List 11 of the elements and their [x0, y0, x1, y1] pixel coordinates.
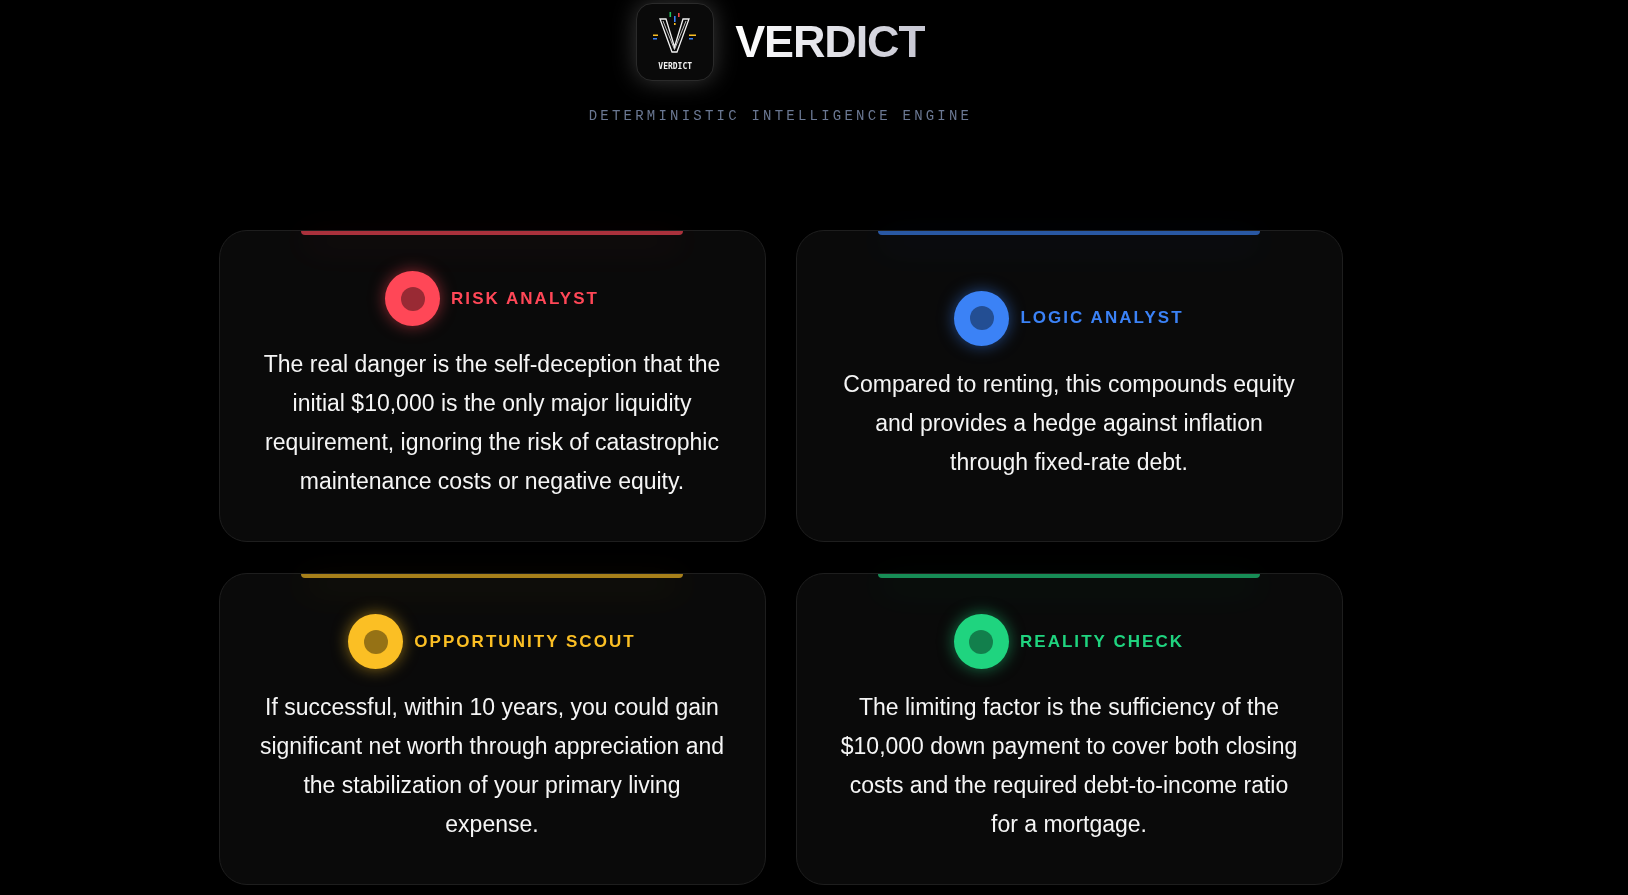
logo-wordmark: VERDICT	[658, 62, 693, 72]
card-text: Compared to renting, this compounds equity and provides a hedge against inflation through fixed-rate debt.	[842, 369, 1296, 477]
card-text: The real danger is the self-deception that the initial $10,000 is the only major liquidity requirement, ignoring the risk of catastrophic maintenance costs or negative equity.	[262, 350, 722, 496]
card-text: The limiting factor is the sufficiency of the $10,000 down payment to cover both closing costs and the required debt-to-income ratio for a mortgage.	[839, 693, 1299, 839]
card-text: If successful, within 10 years, you could gain significant net worth through appreciation and the stabilization of your primary living expense.	[258, 693, 726, 839]
v-mark-icon	[652, 10, 699, 56]
card-label: LOGIC ANALYST	[1020, 307, 1184, 329]
card-label: OPPORTUNITY SCOUT	[414, 630, 636, 653]
tagline: DETERMINISTIC INTELLIGENCE ENGINE	[588, 107, 973, 126]
card-label: REALITY CHECK	[1019, 630, 1185, 653]
card-label: RISK ANALYST	[451, 287, 599, 310]
